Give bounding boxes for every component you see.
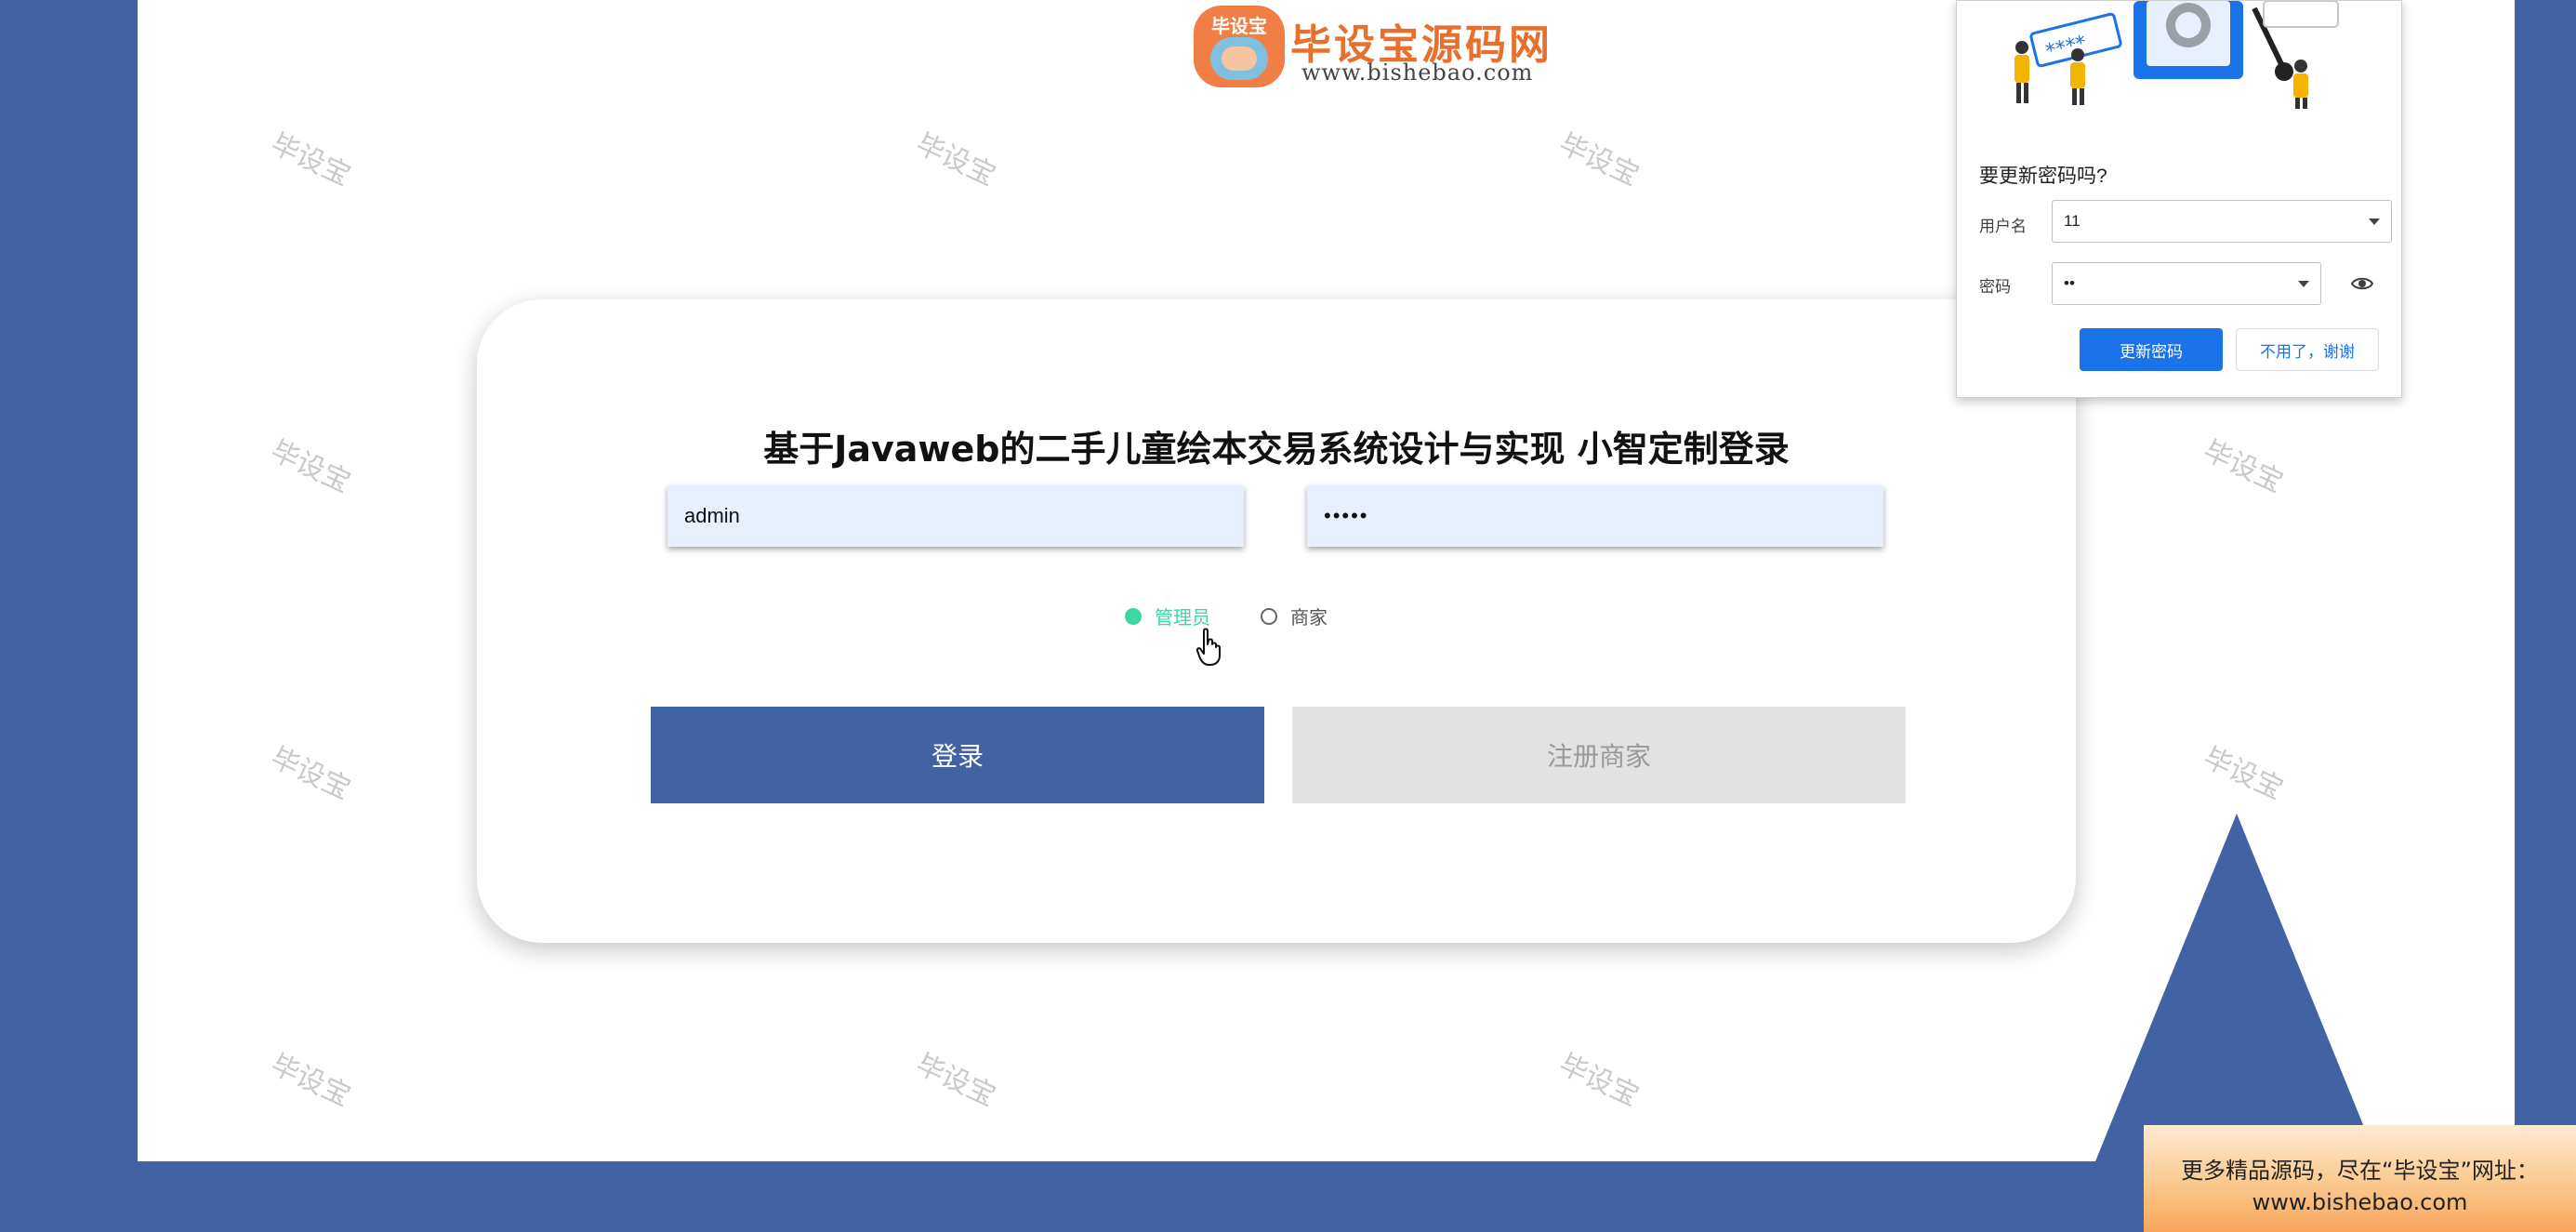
popup-username-select[interactable]: 11	[2052, 200, 2392, 243]
update-password-button[interactable]: 更新密码	[2080, 328, 2223, 371]
promo-banner: 更多精品源码，尽在“毕设宝”网址： www.bishebao.com	[2144, 1125, 2576, 1232]
role-label-merchant: 商家	[1290, 606, 1328, 629]
save-password-popup: **** 要更新密码吗? 用户名 11 密码 •• 更新密码 不用了，谢谢	[1956, 0, 2402, 398]
watermark: 毕设宝	[265, 1048, 356, 1114]
role-option-merchant[interactable]: 商家	[1261, 603, 1328, 629]
role-option-admin[interactable]: 管理员	[1125, 603, 1210, 629]
watermark: 毕设宝	[265, 127, 356, 193]
password-label: 密码	[1979, 278, 2011, 296]
role-label-admin: 管理员	[1155, 606, 1210, 629]
promo-line-2: www.bishebao.com	[2252, 1189, 2468, 1215]
username-label: 用户名	[1979, 218, 2027, 235]
username-input[interactable]	[667, 485, 1244, 547]
logo-mark-text: 毕设宝	[1211, 15, 1267, 37]
page-canvas: 毕设宝 毕设宝源码网 www.bishebao.com 毕设宝 毕设宝 毕设宝 …	[138, 0, 2515, 1161]
show-password-eye-icon[interactable]	[2351, 274, 2373, 293]
promo-line-1: 更多精品源码，尽在“毕设宝”网址：	[2181, 1158, 2539, 1184]
password-input[interactable]	[1307, 485, 1883, 547]
popup-title: 要更新密码吗?	[1979, 166, 2107, 187]
site-logo: 毕设宝 毕设宝源码网 www.bishebao.com	[1194, 6, 1550, 91]
watermark: 毕设宝	[265, 434, 356, 500]
popup-password-value: ••	[2064, 274, 2075, 292]
popup-password-select[interactable]: ••	[2052, 262, 2321, 305]
popup-username-value: 11	[2064, 212, 2081, 230]
watermark: 毕设宝	[910, 127, 1001, 193]
logo-badge: 毕设宝	[1194, 6, 1285, 87]
watermark: 毕设宝	[265, 741, 356, 807]
watermark: 毕设宝	[2198, 434, 2289, 500]
login-title: 基于Javaweb的二手儿童绘本交易系统设计与实现 小智定制登录	[763, 429, 1790, 470]
login-card: 基于Javaweb的二手儿童绘本交易系统设计与实现 小智定制登录 管理员 商家 …	[477, 299, 2076, 943]
dropdown-arrow-icon	[2298, 280, 2309, 287]
radio-selected-icon[interactable]	[1125, 607, 1142, 625]
watermark: 毕设宝	[910, 1048, 1001, 1114]
radio-unselected-icon[interactable]	[1261, 607, 1277, 625]
logo-url: www.bishebao.com	[1301, 60, 1534, 86]
watermark: 毕设宝	[2198, 741, 2289, 807]
login-button[interactable]: 登录	[651, 707, 1264, 803]
logo-face-shape	[1222, 46, 1257, 71]
register-merchant-button[interactable]: 注册商家	[1292, 707, 1906, 803]
watermark: 毕设宝	[1553, 127, 1645, 193]
dismiss-button[interactable]: 不用了，谢谢	[2236, 328, 2379, 371]
password-illustration-icon: ****	[2015, 1, 2339, 109]
dropdown-arrow-icon	[2369, 218, 2380, 225]
watermark: 毕设宝	[1553, 1048, 1645, 1114]
hand-cursor-icon	[1196, 628, 1221, 666]
